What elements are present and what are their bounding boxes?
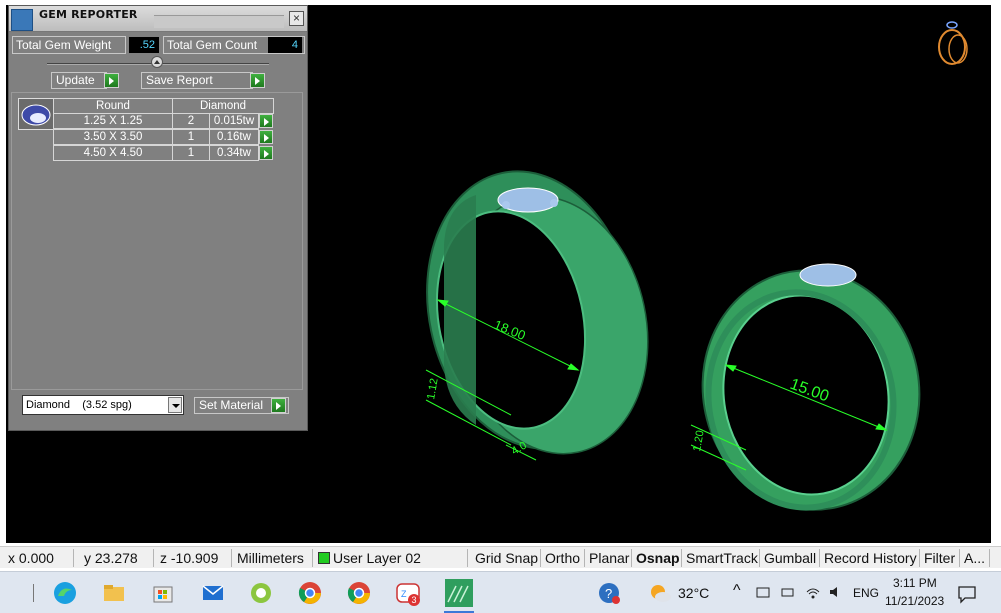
dim-label-112: 1.12 [425, 377, 441, 400]
gem-thumbnail[interactable] [18, 98, 54, 130]
toggle-more[interactable]: A... [960, 549, 990, 567]
clock-time[interactable]: 3:11 PM [893, 576, 937, 590]
table-header-type: Diamond [172, 98, 274, 114]
gem-size: 4.50 X 4.50 [53, 145, 173, 161]
chrome-icon[interactable] [297, 580, 323, 606]
clock-date[interactable]: 11/21/2023 [885, 594, 944, 608]
edge-icon[interactable] [52, 580, 78, 606]
gem-count: 1 [172, 145, 210, 161]
status-bar: x 0.000 y 23.278 z -10.909 Millimeters U… [0, 546, 1001, 568]
gem-weight: 0.16tw [209, 129, 259, 145]
gem-app-icon[interactable] [248, 580, 274, 606]
gem-weight: 0.34tw [209, 145, 259, 161]
update-arrow-button[interactable] [104, 73, 119, 88]
battery-icon[interactable] [780, 584, 796, 600]
ring-view-icon[interactable] [938, 21, 968, 65]
chevron-up-icon[interactable]: ^ [733, 582, 741, 600]
taskbar-separator [33, 584, 34, 602]
rhino-icon[interactable] [444, 578, 474, 608]
camera-icon[interactable] [755, 584, 771, 600]
layer-color-swatch [318, 552, 330, 564]
total-gem-count-value: 4 [268, 37, 302, 53]
table-header-shape: Round [53, 98, 173, 114]
notification-center-icon[interactable] [957, 584, 977, 604]
svg-text:?: ? [605, 586, 612, 601]
gem-reporter-panel: GEM REPORTER × Total Gem Weight .52 Tota… [8, 5, 308, 431]
store-icon[interactable] [150, 580, 176, 606]
panel-slider-knob[interactable] [151, 56, 163, 68]
row-select-button[interactable] [259, 146, 273, 160]
close-button[interactable]: × [289, 11, 304, 26]
coord-y: y 23.278 [80, 549, 154, 567]
gem-size: 3.50 X 3.50 [53, 129, 173, 145]
material-select-value: Diamond (3.52 spg) [26, 399, 132, 411]
coord-z: z -10.909 [156, 549, 232, 567]
notification-badge: 3 [408, 594, 420, 606]
total-gem-weight-label: Total Gem Weight [12, 36, 126, 54]
wifi-icon[interactable] [805, 584, 821, 600]
language-indicator[interactable]: ENG [853, 586, 879, 600]
panel-title: GEM REPORTER [39, 8, 138, 21]
gem-reporter-icon [11, 9, 33, 31]
gem-count: 2 [172, 113, 210, 129]
set-material-arrow-button[interactable] [271, 398, 286, 413]
chrome-icon[interactable] [346, 580, 372, 606]
material-select[interactable]: Diamond (3.52 spg) [22, 395, 184, 415]
dim-label-120: 1.20 [691, 429, 707, 452]
panel-titlebar[interactable]: GEM REPORTER × [9, 6, 307, 32]
app-window: 18.00 15.00 4.0 1.12 1.20 GEM REPORTER ×… [0, 0, 1001, 571]
ring-left[interactable] [402, 152, 671, 472]
gem-count: 1 [172, 129, 210, 145]
taskbar: Z 3 ? 32°C ^ ENG 3:11 PM 11/21/2023 [0, 571, 1001, 613]
mail-icon[interactable] [200, 580, 226, 606]
toggle-planar[interactable]: Planar [585, 549, 632, 567]
title-stripe [154, 15, 284, 28]
toggle-osnap[interactable]: Osnap [632, 549, 682, 567]
gem-size: 1.25 X 1.25 [53, 113, 173, 129]
save-report-button[interactable]: Save Report [141, 72, 253, 89]
gem-weight: 0.015tw [209, 113, 259, 129]
help-icon[interactable]: ? [596, 580, 622, 606]
file-explorer-icon[interactable] [101, 580, 127, 606]
total-gem-weight-value: .52 [129, 37, 159, 53]
volume-icon[interactable] [828, 584, 844, 600]
units-button[interactable]: Millimeters [233, 549, 313, 567]
svg-text:Z: Z [401, 589, 407, 599]
save-report-arrow-button[interactable] [250, 73, 265, 88]
row-select-button[interactable] [259, 130, 273, 144]
layer-button[interactable]: User Layer 02 [314, 549, 468, 567]
coord-x: x 0.000 [4, 549, 74, 567]
layer-name: User Layer 02 [333, 550, 421, 566]
toggle-ortho[interactable]: Ortho [541, 549, 585, 567]
toggle-record-history[interactable]: Record History [820, 549, 920, 567]
toggle-smarttrack[interactable]: SmartTrack [682, 549, 760, 567]
weather-icon[interactable] [647, 580, 673, 606]
row-select-button[interactable] [259, 114, 273, 128]
update-button[interactable]: Update [51, 72, 107, 89]
toggle-gumball[interactable]: Gumball [760, 549, 820, 567]
toggle-filter[interactable]: Filter [920, 549, 960, 567]
weather-temp[interactable]: 32°C [678, 585, 709, 601]
oval-gem-icon [21, 104, 51, 126]
chevron-down-icon[interactable] [168, 397, 182, 413]
toggle-grid-snap[interactable]: Grid Snap [471, 549, 541, 567]
zoom-app[interactable]: Z 3 [395, 580, 423, 608]
